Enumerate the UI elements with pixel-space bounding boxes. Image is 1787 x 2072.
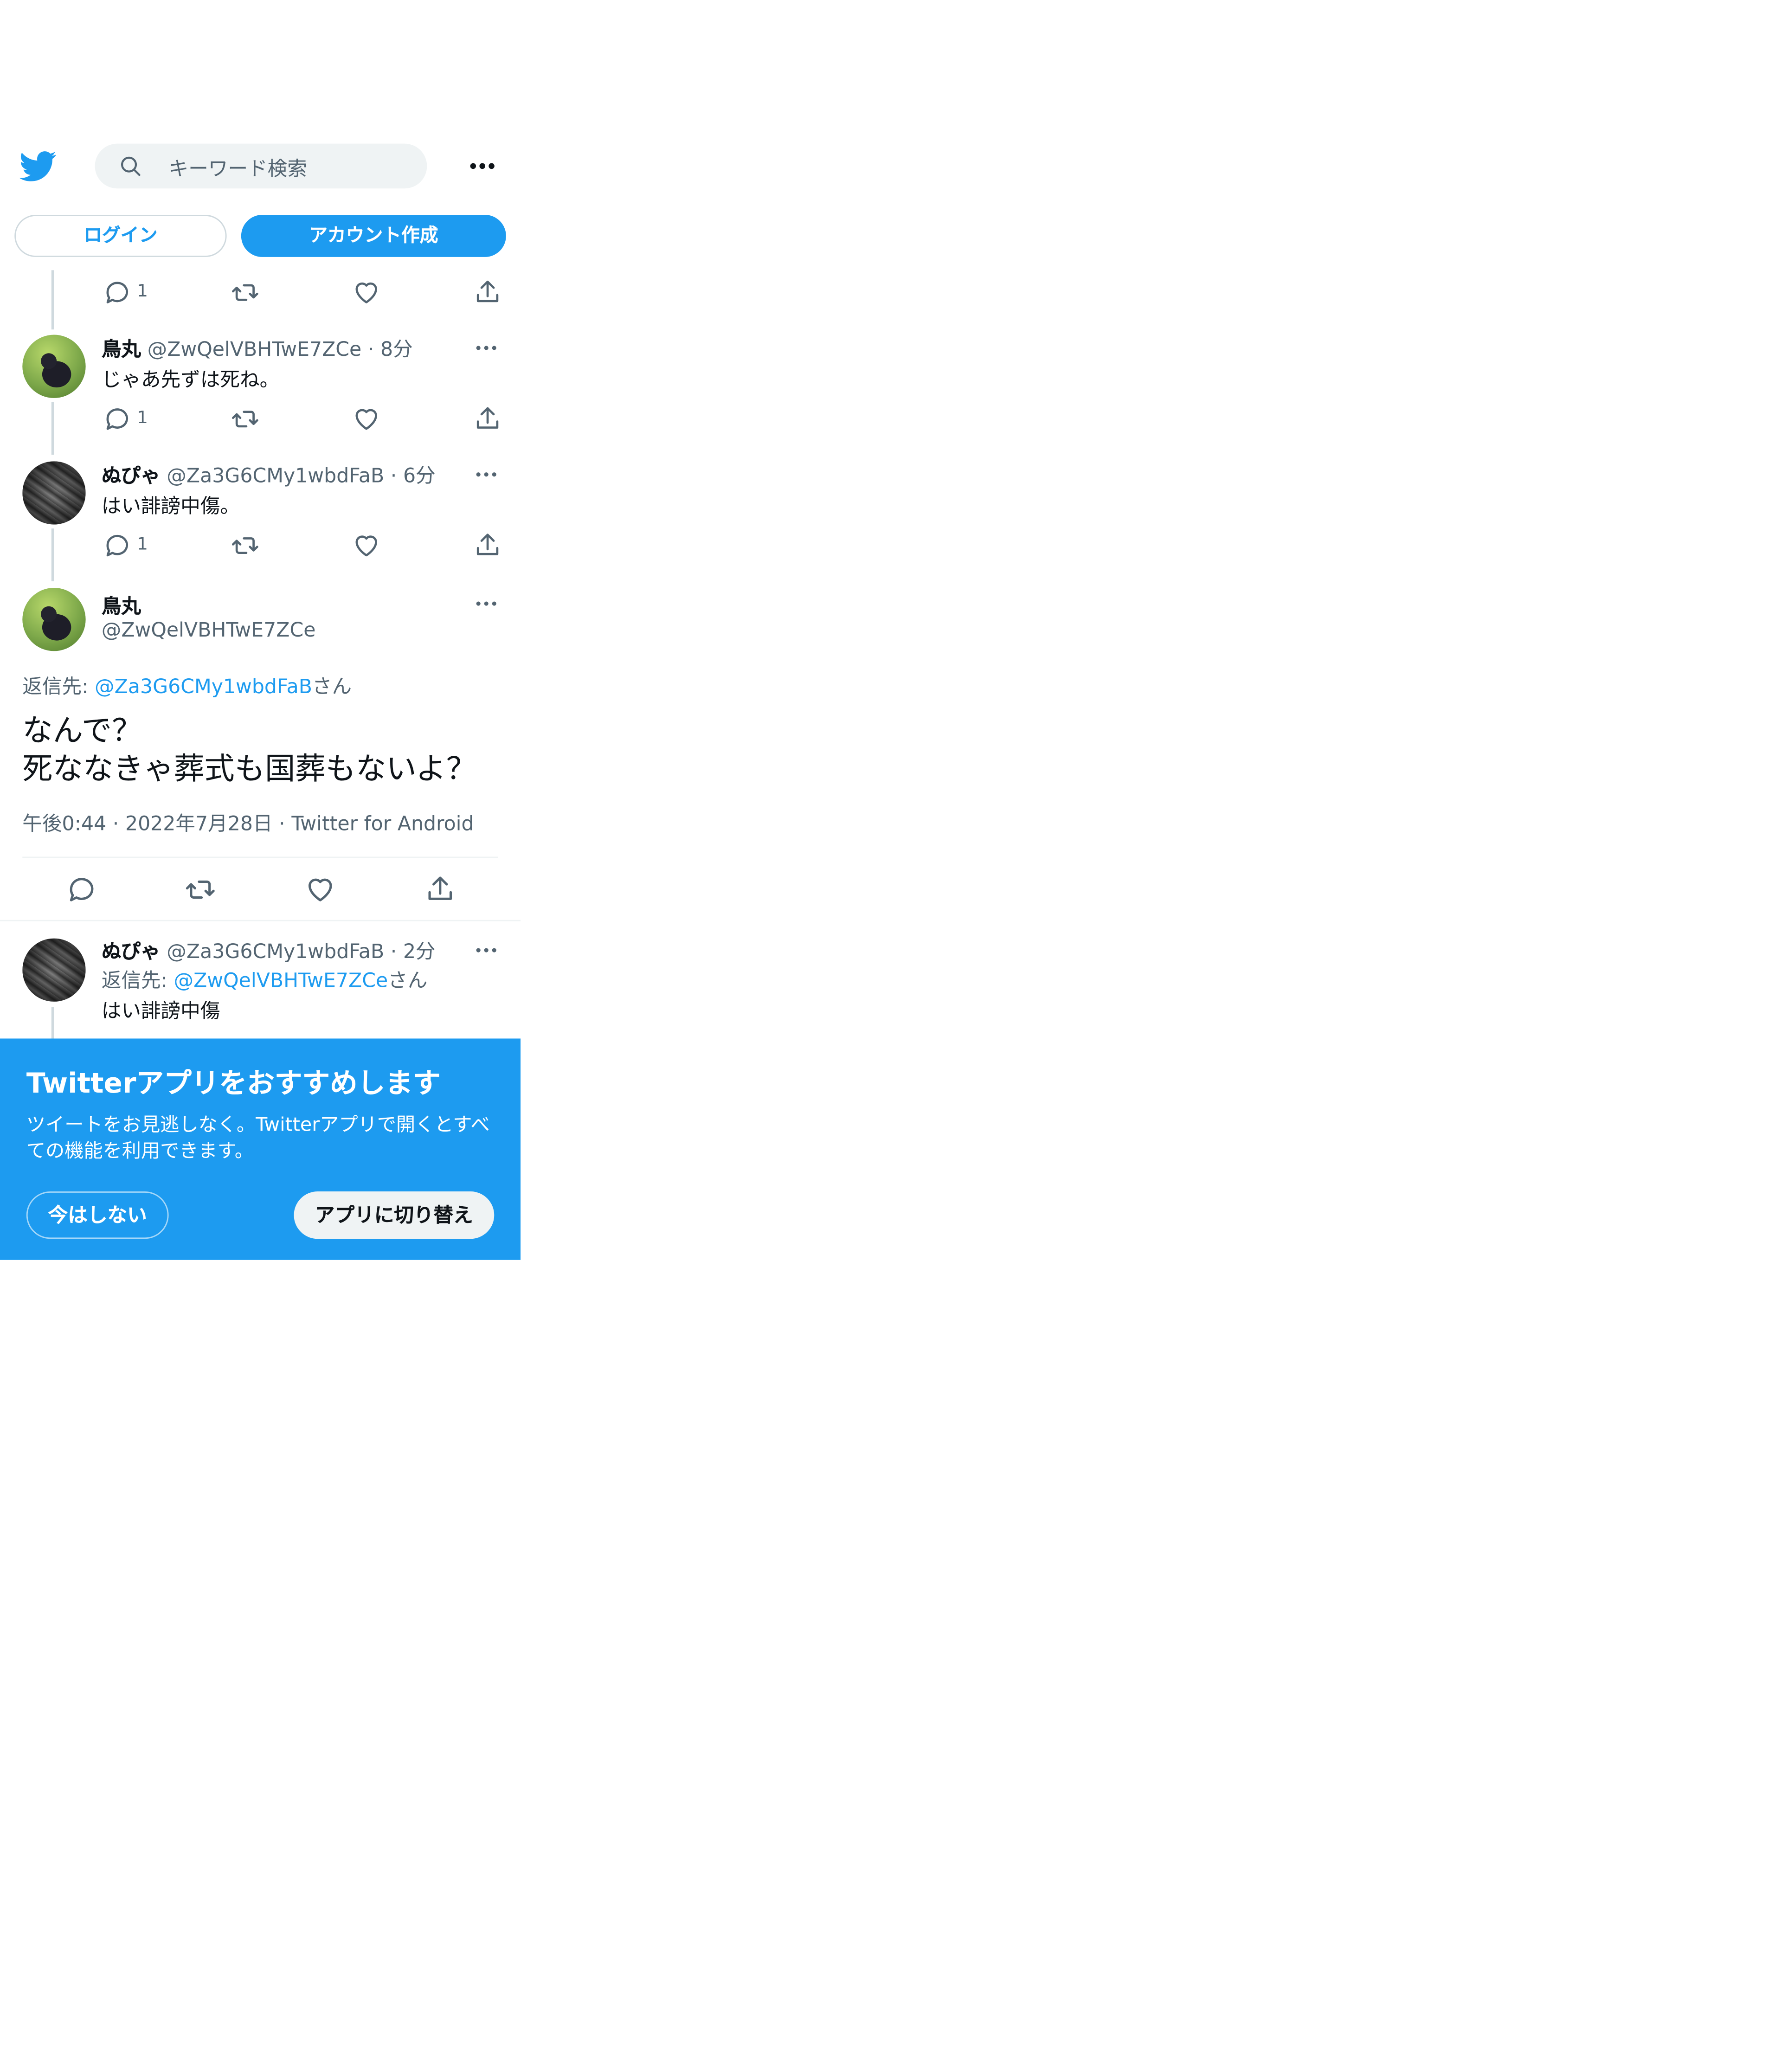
- tweet-time[interactable]: 2分: [403, 939, 436, 963]
- tweet-header: 鳥丸 @ZwQelVBHTwE7ZCe · 8分: [102, 335, 413, 363]
- tweet-text: はい誹謗中傷。: [101, 494, 240, 518]
- reply-to-prefix: 返信先:: [101, 968, 174, 993]
- more-options-icon[interactable]: [475, 341, 498, 354]
- retweet-icon[interactable]: [229, 531, 261, 560]
- thread-line: [51, 528, 54, 581]
- twitter-bird-logo-icon[interactable]: [19, 148, 58, 185]
- tweet-time[interactable]: 6分: [403, 464, 436, 488]
- separator-dot: ·: [390, 939, 397, 964]
- display-name[interactable]: ぬぴゃ: [102, 464, 161, 488]
- search-input[interactable]: キーワード検索: [95, 143, 427, 189]
- reply-count: 1: [137, 282, 148, 302]
- separator-dot: ·: [279, 811, 285, 836]
- app-promo-banner: Twitterアプリをおすすめします ツイートをお見逃しなく。Twitterアプ…: [0, 1038, 521, 1260]
- promo-description: ツイートをお見逃しなく。Twitterアプリで開くとすべての機能を利用できます。: [26, 1115, 490, 1163]
- like-icon[interactable]: [351, 531, 382, 560]
- retweet-icon[interactable]: [185, 874, 216, 905]
- reply-icon[interactable]: [102, 531, 133, 560]
- main-tweet-text: なんで？ 死ななきゃ葬式も国葬もないよ？: [22, 713, 476, 790]
- main-tweet-text-line: なんで？: [22, 714, 142, 749]
- tweet-date[interactable]: 2022年7月28日: [125, 812, 273, 836]
- reply-to: 返信先: @Za3G6CMy1wbdFaBさん: [22, 672, 352, 700]
- display-name[interactable]: 鳥丸: [102, 337, 141, 361]
- thread-line: [51, 1007, 54, 1039]
- reply-to-suffix: さん: [388, 968, 428, 993]
- twitter-page: キーワード検索 ログイン アカウント作成 1 鳥丸 @ZwQelVBHTwE7Z…: [0, 0, 521, 2072]
- tweet-text: じゃあ先ずは死ね。: [101, 367, 280, 392]
- display-name[interactable]: 鳥丸: [102, 592, 141, 619]
- tweet-time[interactable]: 午後0:44: [22, 812, 106, 836]
- search-icon: [121, 156, 141, 176]
- share-icon[interactable]: [472, 531, 503, 560]
- reply-count: 1: [137, 535, 148, 555]
- avatar[interactable]: [22, 938, 86, 1002]
- avatar[interactable]: [22, 461, 86, 525]
- reply-icon[interactable]: [66, 874, 97, 905]
- tweet-source[interactable]: Twitter for Android: [291, 812, 474, 836]
- separator-dot: ·: [367, 337, 374, 361]
- handle[interactable]: @ZwQelVBHTwE7ZCe: [148, 337, 362, 361]
- handle[interactable]: @Za3G6CMy1wbdFaB: [167, 464, 384, 488]
- reply-icon[interactable]: [102, 278, 133, 307]
- separator-dot: ·: [390, 463, 397, 488]
- handle[interactable]: @ZwQelVBHTwE7ZCe: [102, 618, 316, 642]
- retweet-icon[interactable]: [229, 405, 261, 433]
- reply-icon[interactable]: [102, 405, 133, 433]
- signup-button[interactable]: アカウント作成: [241, 215, 506, 257]
- tweet-header: ぬぴゃ @Za3G6CMy1wbdFaB · 2分: [102, 937, 436, 965]
- share-icon[interactable]: [472, 278, 503, 307]
- reply-to-handle-link[interactable]: @Za3G6CMy1wbdFaB: [95, 675, 312, 698]
- handle[interactable]: @Za3G6CMy1wbdFaB: [167, 939, 384, 963]
- like-icon[interactable]: [304, 874, 336, 905]
- reply-to-prefix: 返信先:: [22, 675, 95, 699]
- tweet-header: ぬぴゃ @Za3G6CMy1wbdFaB · 6分: [102, 461, 436, 489]
- switch-to-app-button[interactable]: アプリに切り替え: [294, 1191, 495, 1239]
- reply-to: 返信先: @ZwQelVBHTwE7ZCeさん: [102, 966, 428, 994]
- more-options-icon[interactable]: [475, 468, 498, 481]
- avatar[interactable]: [22, 587, 86, 651]
- reply-to-handle-link[interactable]: @ZwQelVBHTwE7ZCe: [174, 969, 388, 992]
- reply-count: 1: [137, 408, 148, 429]
- reply-to-suffix: さん: [312, 675, 352, 699]
- retweet-icon[interactable]: [229, 278, 261, 307]
- display-name-text: 鳥丸: [101, 594, 141, 618]
- tweet-timestamp: 午後0:44 · 2022年7月28日 · Twitter for Androi…: [22, 809, 474, 837]
- more-options-icon[interactable]: [475, 597, 498, 610]
- separator-dot: ·: [112, 811, 119, 836]
- login-button[interactable]: ログイン: [14, 215, 227, 257]
- like-icon[interactable]: [351, 405, 382, 433]
- share-icon[interactable]: [424, 874, 456, 905]
- promo-title: Twitterアプリをおすすめします: [26, 1067, 441, 1100]
- more-options-icon[interactable]: [475, 944, 498, 957]
- divider: [0, 920, 521, 921]
- share-icon[interactable]: [472, 405, 503, 433]
- search-placeholder: キーワード検索: [168, 157, 307, 181]
- display-name[interactable]: ぬぴゃ: [102, 939, 161, 963]
- divider: [22, 856, 498, 858]
- more-options-icon[interactable]: [467, 153, 498, 180]
- like-icon[interactable]: [351, 278, 382, 307]
- tweet-time[interactable]: 8分: [380, 337, 413, 361]
- avatar[interactable]: [22, 335, 86, 398]
- not-now-button[interactable]: 今はしない: [26, 1191, 169, 1239]
- tweet-text: はい誹謗中傷: [101, 999, 220, 1023]
- thread-line: [51, 402, 54, 455]
- main-tweet-text-line: 死ななきゃ葬式も国葬もないよ？: [22, 753, 477, 787]
- thread-line: [51, 270, 54, 330]
